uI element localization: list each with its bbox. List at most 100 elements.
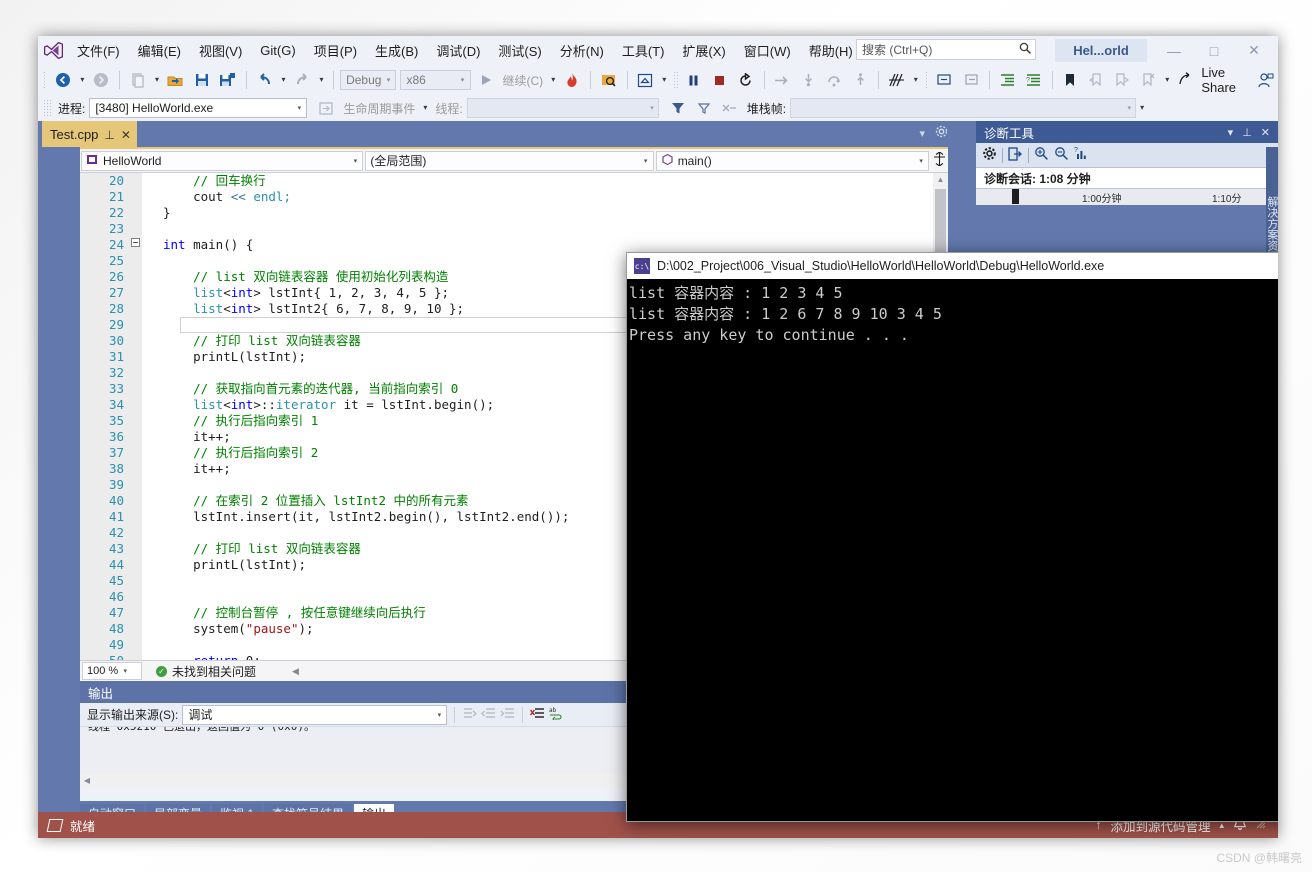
zoom-level-combo[interactable]: 100 % ▾ — [82, 662, 142, 680]
flag-threads-icon[interactable] — [717, 97, 743, 119]
navigate-backward-dropdown-icon[interactable]: ▾ — [76, 69, 88, 91]
menu-item-git[interactable]: Git(G) — [251, 39, 304, 62]
step-into-icon[interactable] — [795, 69, 821, 91]
lifecycle-events-icon[interactable] — [313, 97, 339, 119]
solution-configuration-combo[interactable]: Debug ▾ — [340, 70, 397, 90]
export-icon[interactable] — [1008, 146, 1023, 164]
redo-icon[interactable] — [290, 69, 316, 91]
pause-icon[interactable] — [681, 69, 707, 91]
pin-icon[interactable]: ⊥ — [1242, 126, 1252, 139]
save-all-icon[interactable] — [215, 69, 241, 91]
undo-dropdown-icon[interactable]: ▾ — [278, 69, 290, 91]
previous-bookmark-icon[interactable] — [1083, 69, 1109, 91]
live-share-button[interactable]: Live Share — [1173, 65, 1242, 95]
menu-item-edit[interactable]: 编辑(E) — [129, 37, 190, 64]
navigate-backward-icon[interactable] — [50, 69, 76, 91]
hot-reload-icon[interactable] — [559, 69, 585, 91]
previous-message-icon[interactable] — [481, 706, 496, 723]
window-layout-dropdown-icon[interactable]: ▾ — [658, 69, 670, 91]
next-message-icon[interactable] — [500, 706, 515, 723]
minimize-button[interactable]: — — [1154, 37, 1194, 65]
code-line[interactable]: 21 cout << endl; — [80, 189, 948, 205]
tab-list-dropdown-icon[interactable]: ▾ — [919, 127, 925, 140]
filter-to-thread-icon[interactable] — [691, 97, 717, 119]
member-scope-combo[interactable]: main() ▾ — [655, 150, 930, 171]
toolbar-grip[interactable] — [924, 71, 930, 89]
show-next-statement-icon[interactable] — [769, 69, 795, 91]
clear-bookmarks-icon[interactable] — [1135, 69, 1161, 91]
code-line[interactable]: 23 — [80, 221, 948, 237]
clear-output-icon[interactable] — [530, 706, 545, 723]
close-icon[interactable]: ✕ — [121, 128, 131, 142]
continue-play-icon[interactable] — [473, 69, 499, 91]
scroll-left-icon[interactable]: ◀ — [80, 776, 94, 785]
maximize-button[interactable]: □ — [1194, 37, 1234, 65]
thread-combo[interactable]: ▾ — [466, 98, 659, 118]
scroll-up-icon[interactable]: ▲ — [933, 173, 948, 187]
filter-icon[interactable] — [665, 97, 691, 119]
step-out-icon[interactable] — [847, 69, 873, 91]
toggle-bookmark-icon[interactable] — [1057, 69, 1083, 91]
global-scope-combo[interactable]: (全局范围) ▾ — [365, 150, 654, 171]
stop-debugging-icon[interactable] — [707, 69, 733, 91]
close-button[interactable]: ✕ — [1234, 37, 1274, 65]
toolbar-grip[interactable] — [43, 99, 51, 117]
code-line[interactable]: 20 // 回车换行 — [80, 173, 948, 189]
menu-item-extensions[interactable]: 扩展(X) — [673, 37, 734, 64]
undo-icon[interactable] — [252, 69, 278, 91]
pin-icon[interactable]: ⊥ — [104, 128, 114, 142]
menu-item-view[interactable]: 视图(V) — [190, 37, 251, 64]
redo-dropdown-icon[interactable]: ▾ — [316, 69, 328, 91]
zoom-in-icon[interactable] — [1034, 146, 1049, 164]
increase-indent-icon[interactable] — [995, 69, 1021, 91]
diff-icon[interactable] — [884, 69, 910, 91]
diff-dropdown-icon[interactable]: ▾ — [910, 69, 922, 91]
lifecycle-events-label[interactable]: 生命周期事件 — [339, 100, 419, 117]
decrease-indent-icon[interactable]: ? — [1021, 69, 1047, 91]
quick-launch-search[interactable]: 搜索 (Ctrl+Q) — [856, 39, 1036, 60]
menu-item-analyze[interactable]: 分析(N) — [551, 37, 613, 64]
toolbar-grip[interactable] — [673, 71, 678, 89]
split-window-icon[interactable] — [930, 151, 948, 169]
comment-selection-icon[interactable] — [932, 69, 958, 91]
scrollbar-thumb[interactable] — [935, 189, 946, 259]
menu-item-window[interactable]: 窗口(W) — [735, 37, 800, 64]
toggle-word-wrap-icon[interactable]: ab — [549, 706, 564, 723]
collapse-region-icon[interactable] — [128, 237, 142, 253]
document-settings-icon[interactable] — [935, 125, 948, 141]
output-source-combo[interactable]: 调试 ▾ — [182, 704, 448, 725]
uncomment-selection-icon[interactable] — [958, 69, 984, 91]
open-file-icon[interactable] — [163, 69, 189, 91]
restart-icon[interactable] — [733, 69, 759, 91]
console-window[interactable]: c:\ D:\002_Project\006_Visual_Studio\Hel… — [626, 252, 1278, 822]
menu-item-project[interactable]: 项目(P) — [305, 37, 366, 64]
next-bookmark-icon[interactable] — [1109, 69, 1135, 91]
stackframe-combo[interactable]: ▾ — [790, 98, 1137, 118]
menu-item-file[interactable]: 文件(F) — [68, 37, 129, 64]
code-line[interactable]: 24 int main() { — [80, 237, 948, 253]
add-account-icon[interactable] — [1252, 69, 1278, 91]
menu-item-help[interactable]: 帮助(H) — [800, 37, 862, 64]
continue-label[interactable]: 继续(C) — [499, 72, 548, 89]
continue-dropdown-icon[interactable]: ▾ — [547, 69, 559, 91]
close-icon[interactable]: ✕ — [1261, 126, 1270, 139]
debug-toolbar-overflow-icon[interactable]: ▾ — [1136, 97, 1148, 119]
document-tab-test-cpp[interactable]: Test.cpp ⊥ ✕ — [42, 121, 137, 147]
window-layout-icon[interactable] — [632, 69, 658, 91]
menu-item-debug[interactable]: 调试(D) — [427, 37, 489, 64]
save-icon[interactable] — [189, 69, 215, 91]
settings-gear-icon[interactable] — [982, 146, 997, 164]
menu-item-test[interactable]: 测试(S) — [489, 37, 550, 64]
zoom-out-icon[interactable] — [1054, 146, 1069, 164]
attach-to-process-icon[interactable] — [596, 69, 622, 91]
menu-item-build[interactable]: 生成(B) — [366, 37, 427, 64]
new-project-icon[interactable] — [125, 69, 151, 91]
solution-platform-combo[interactable]: x86 ▾ — [400, 70, 471, 90]
select-graph-icon[interactable]: ? — [1074, 146, 1089, 164]
step-over-icon[interactable] — [821, 69, 847, 91]
diagnostic-timeline-ruler[interactable]: 1:00分钟 1:10分 — [976, 188, 1278, 205]
code-line[interactable]: 22} — [80, 205, 948, 221]
console-title-bar[interactable]: c:\ D:\002_Project\006_Visual_Studio\Hel… — [627, 253, 1278, 279]
toolbar-grip[interactable] — [43, 71, 48, 89]
process-combo[interactable]: [3480] HelloWorld.exe ▾ — [89, 98, 308, 118]
